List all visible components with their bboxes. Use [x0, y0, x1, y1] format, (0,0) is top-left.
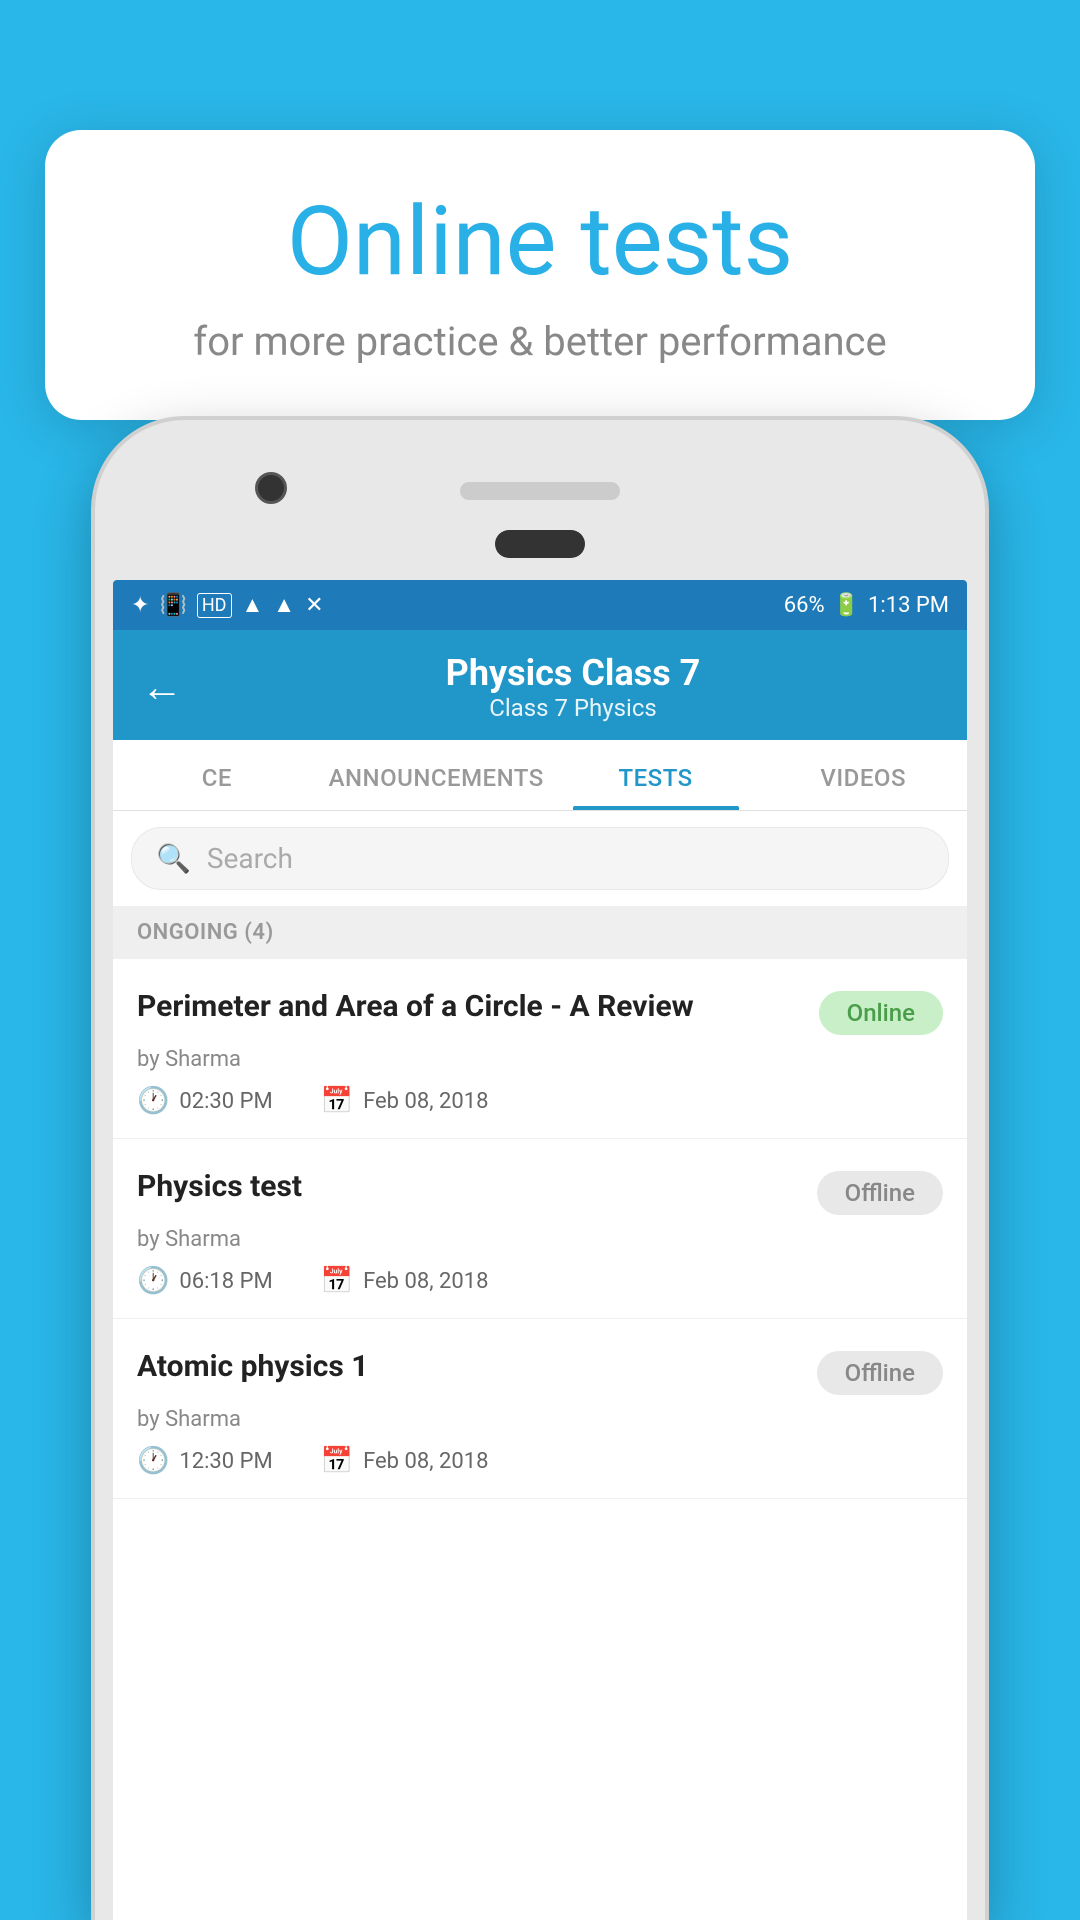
status-right-info: 66% 🔋 1:13 PM — [784, 593, 949, 618]
test-time-1: 🕐 06:18 PM — [137, 1266, 273, 1296]
clock-icon-2: 🕐 — [137, 1446, 169, 1476]
test-time-0: 🕐 02:30 PM — [137, 1086, 273, 1116]
test-item[interactable]: Atomic physics 1 Offline by Sharma 🕐 12:… — [113, 1319, 967, 1499]
bluetooth-icon: ✦ — [131, 593, 149, 618]
test-meta-2: 🕐 12:30 PM 📅 Feb 08, 2018 — [137, 1446, 943, 1476]
clock-icon-1: 🕐 — [137, 1266, 169, 1296]
calendar-icon-0: 📅 — [321, 1086, 353, 1116]
hd-icon: HD — [197, 593, 232, 618]
phone-screen: ✦ 📳 HD ▲ ▲ ✕ 66% 🔋 1:13 PM ← Physics Cla… — [113, 580, 967, 1920]
test-item[interactable]: Physics test Offline by Sharma 🕐 06:18 P… — [113, 1139, 967, 1319]
status-badge-2: Offline — [817, 1351, 943, 1395]
test-title-0: Perimeter and Area of a Circle - A Revie… — [137, 987, 819, 1026]
status-left-icons: ✦ 📳 HD ▲ ▲ ✕ — [131, 592, 324, 618]
speech-bubble: Online tests for more practice & better … — [45, 130, 1035, 420]
status-badge-0: Online — [819, 991, 943, 1035]
test-date-2: 📅 Feb 08, 2018 — [321, 1446, 489, 1476]
battery-icon: 🔋 — [833, 593, 860, 618]
app-bar: ← Physics Class 7 Class 7 Physics — [113, 630, 967, 740]
search-placeholder: Search — [207, 842, 293, 875]
battery-percent: 66% — [784, 593, 825, 618]
app-bar-title: Physics Class 7 — [207, 652, 939, 694]
search-bar[interactable]: 🔍 Search — [131, 827, 949, 890]
phone-home-sensor — [495, 530, 585, 558]
test-item[interactable]: Perimeter and Area of a Circle - A Revie… — [113, 959, 967, 1139]
tabs-bar: CE ANNOUNCEMENTS TESTS VIDEOS — [113, 740, 967, 811]
app-bar-subtitle: Class 7 Physics — [207, 694, 939, 722]
status-badge-1: Offline — [817, 1171, 943, 1215]
wifi-icon: ▲ — [242, 592, 264, 618]
phone-frame: ✦ 📳 HD ▲ ▲ ✕ 66% 🔋 1:13 PM ← Physics Cla… — [95, 420, 985, 1920]
test-author-1: by Sharma — [137, 1227, 943, 1252]
search-bar-container: 🔍 Search — [113, 811, 967, 906]
clock-icon-0: 🕐 — [137, 1086, 169, 1116]
tab-ce[interactable]: CE — [113, 740, 321, 810]
test-author-2: by Sharma — [137, 1407, 943, 1432]
tab-tests[interactable]: TESTS — [552, 740, 760, 810]
calendar-icon-1: 📅 — [321, 1266, 353, 1296]
test-title-1: Physics test — [137, 1167, 817, 1206]
app-bar-title-group: Physics Class 7 Class 7 Physics — [207, 652, 939, 722]
bubble-subtitle: for more practice & better performance — [125, 318, 955, 365]
vibrate-icon: 📳 — [159, 593, 186, 618]
bubble-title: Online tests — [125, 190, 955, 296]
search-icon: 🔍 — [156, 842, 191, 875]
test-date-1: 📅 Feb 08, 2018 — [321, 1266, 489, 1296]
x-icon: ✕ — [305, 593, 323, 618]
test-date-0: 📅 Feb 08, 2018 — [321, 1086, 489, 1116]
test-meta-0: 🕐 02:30 PM 📅 Feb 08, 2018 — [137, 1086, 943, 1116]
calendar-icon-2: 📅 — [321, 1446, 353, 1476]
tab-videos[interactable]: VIDEOS — [759, 740, 967, 810]
test-meta-1: 🕐 06:18 PM 📅 Feb 08, 2018 — [137, 1266, 943, 1296]
back-button[interactable]: ← — [141, 663, 183, 712]
status-bar: ✦ 📳 HD ▲ ▲ ✕ 66% 🔋 1:13 PM — [113, 580, 967, 630]
signal-icon: ▲ — [273, 592, 295, 618]
section-header: ONGOING (4) — [113, 906, 967, 959]
test-author-0: by Sharma — [137, 1047, 943, 1072]
phone-camera — [255, 472, 287, 504]
test-title-2: Atomic physics 1 — [137, 1347, 817, 1386]
tab-announcements[interactable]: ANNOUNCEMENTS — [321, 740, 552, 810]
phone-speaker — [460, 482, 620, 500]
test-time-2: 🕐 12:30 PM — [137, 1446, 273, 1476]
time-display: 1:13 PM — [868, 593, 949, 618]
